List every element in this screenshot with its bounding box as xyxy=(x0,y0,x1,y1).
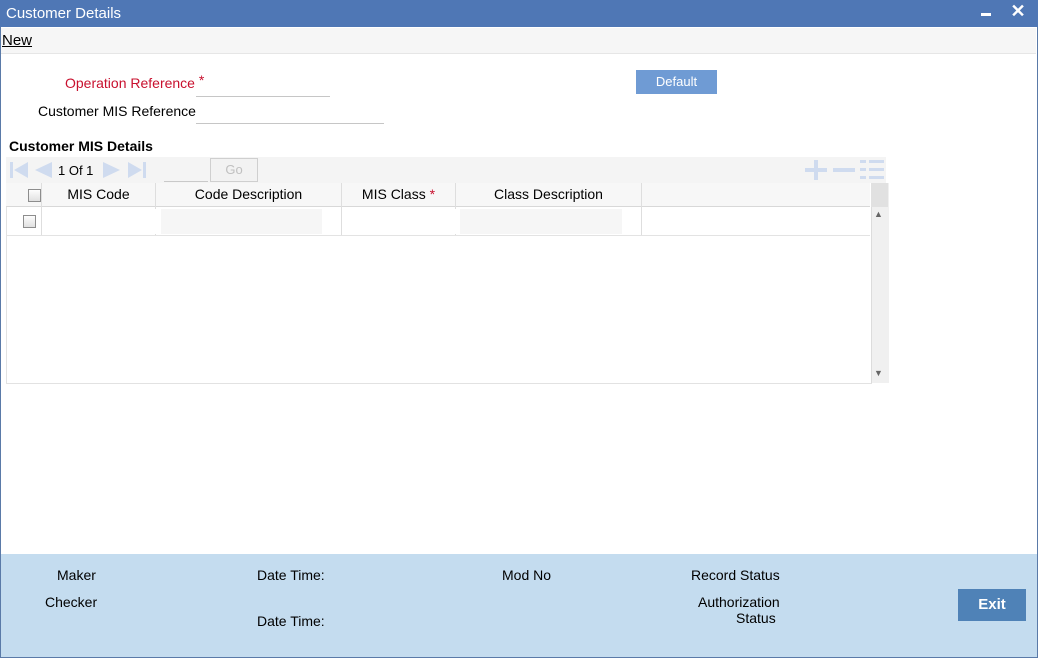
exit-button[interactable]: Exit xyxy=(958,589,1026,621)
required-star: * xyxy=(429,186,436,202)
column-header-code-description: Code Description xyxy=(194,186,303,202)
select-all-checkbox[interactable] xyxy=(28,189,41,202)
title-bar xyxy=(0,0,1038,27)
checker-date-time-label: Date Time: xyxy=(257,613,325,629)
close-icon[interactable]: ✕ xyxy=(1009,1,1027,22)
mis-code-input[interactable] xyxy=(44,209,156,234)
scrollbar-header xyxy=(871,183,888,207)
prev-page-icon[interactable] xyxy=(33,161,53,179)
operation-reference-label-text: Operation Reference xyxy=(65,75,195,91)
default-button[interactable]: Default xyxy=(636,70,717,94)
mod-no-label: Mod No xyxy=(502,567,552,583)
section-title: Customer MIS Details xyxy=(9,138,153,154)
mis-class-input[interactable] xyxy=(344,209,456,234)
row-checkbox[interactable] xyxy=(23,215,36,228)
last-page-icon[interactable] xyxy=(127,161,147,179)
window-title: Customer Details xyxy=(6,5,122,22)
go-button[interactable]: Go xyxy=(210,158,258,182)
maker-label: Maker xyxy=(57,567,96,583)
minimize-icon[interactable] xyxy=(980,4,994,20)
add-row-icon[interactable] xyxy=(803,160,829,180)
page-indicator: 1 Of 1 xyxy=(58,163,94,178)
column-header-mis-class: MIS Class * xyxy=(342,186,455,202)
column-header-class-description: Class Description xyxy=(494,186,603,202)
code-description-input[interactable] xyxy=(161,209,322,234)
scroll-down-icon[interactable]: ▼ xyxy=(874,368,883,378)
maker-date-time-label: Date Time: xyxy=(257,567,325,583)
class-description-input[interactable] xyxy=(460,209,622,234)
authorization-label: Authorization xyxy=(698,594,780,610)
table-row xyxy=(6,206,870,236)
operation-reference-input[interactable] xyxy=(196,78,330,97)
column-header-mis-class-text: MIS Class xyxy=(361,186,426,202)
record-status-label: Record Status xyxy=(691,567,780,583)
column-header-mis-code: MIS Code xyxy=(67,186,130,202)
customer-mis-reference-input[interactable] xyxy=(196,105,384,124)
grid-header: MIS Code Code Description MIS Class * Cl… xyxy=(6,183,870,235)
scroll-up-icon[interactable]: ▲ xyxy=(874,209,883,219)
checker-label: Checker xyxy=(45,594,98,610)
first-page-icon[interactable] xyxy=(9,161,29,179)
menu-new-link[interactable]: New xyxy=(2,32,32,49)
next-page-icon[interactable] xyxy=(102,161,122,179)
page-number-input[interactable] xyxy=(164,159,208,182)
authorization-status-label: Status xyxy=(736,610,776,626)
single-view-icon[interactable] xyxy=(859,159,885,181)
operation-reference-label: Operation Reference * xyxy=(65,72,204,91)
delete-row-icon[interactable] xyxy=(831,160,857,180)
customer-mis-reference-label: Customer MIS Reference xyxy=(38,103,196,119)
menu-bar xyxy=(1,28,1036,54)
grid-pager: 1 Of 1 Go xyxy=(6,157,886,183)
